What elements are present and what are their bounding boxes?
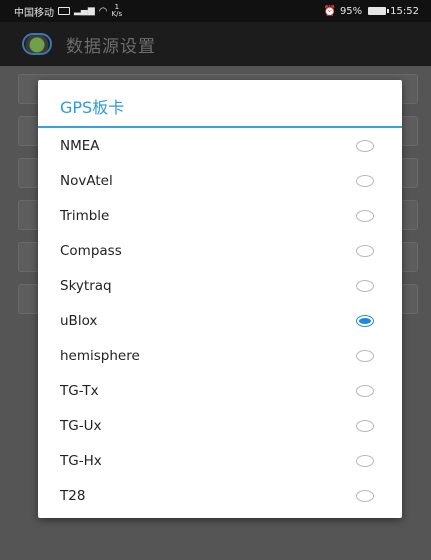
option-label: Compass	[60, 242, 122, 259]
radio-unchecked-icon[interactable]	[356, 419, 374, 432]
app-title: 数据源设置	[66, 36, 156, 57]
status-right: ⏰ 95% 15:52	[323, 6, 419, 17]
radio-unchecked-icon[interactable]	[356, 489, 374, 502]
radio-unchecked-icon[interactable]	[356, 384, 374, 397]
status-bar: 中国移动 ▂▄▆ ◠ 1 K/s ⏰ 95% 15:52	[0, 0, 431, 22]
option-label: TG-Hx	[60, 452, 102, 469]
radio-unchecked-icon[interactable]	[356, 244, 374, 257]
option-row[interactable]: TG-Tx	[38, 373, 402, 408]
radio-unchecked-icon[interactable]	[356, 174, 374, 187]
hd-icon	[58, 7, 70, 15]
option-label: uBlox	[60, 312, 98, 329]
dialog-title: GPS板卡	[38, 80, 402, 128]
option-label: TG-Tx	[60, 382, 99, 399]
option-label: Skytraq	[60, 277, 112, 294]
option-row[interactable]: uBlox	[38, 303, 402, 338]
option-label: hemisphere	[60, 347, 140, 364]
radio-unchecked-icon[interactable]	[356, 454, 374, 467]
option-row[interactable]: Trimble	[38, 198, 402, 233]
radio-unchecked-icon[interactable]	[356, 139, 374, 152]
wifi-icon: ◠	[98, 5, 108, 17]
status-left: 中国移动 ▂▄▆ ◠ 1 K/s	[14, 4, 122, 19]
option-label: TG-Ux	[60, 417, 102, 434]
app-bar: 数据源设置	[0, 22, 431, 66]
option-row[interactable]: TG-Ux	[38, 408, 402, 443]
option-row[interactable]: T28	[38, 478, 402, 513]
radio-unchecked-icon[interactable]	[356, 209, 374, 222]
radio-checked-icon[interactable]	[356, 314, 374, 327]
signal-icon: ▂▄▆	[74, 6, 95, 16]
option-row[interactable]: hemisphere	[38, 338, 402, 373]
option-row[interactable]: Skytraq	[38, 268, 402, 303]
option-list: NMEA NovAtel Trimble Compass Skytraq uBlox hem…	[38, 128, 402, 513]
radio-unchecked-icon[interactable]	[356, 349, 374, 362]
battery-percent: 95%	[339, 5, 363, 17]
gps-board-dialog: GPS板卡 NMEA NovAtel Trimble Compass Skytraq uB…	[38, 80, 402, 518]
clock: 15:52	[390, 5, 419, 17]
alarm-icon: ⏰	[323, 5, 336, 17]
app-logo-icon	[22, 33, 52, 55]
option-row[interactable]: Compass	[38, 233, 402, 268]
network-speed: 1 K/s	[111, 3, 123, 18]
battery-icon	[368, 7, 390, 15]
option-row[interactable]: NMEA	[38, 128, 402, 163]
option-row[interactable]: TG-Hx	[38, 443, 402, 478]
option-label: NovAtel	[60, 172, 113, 189]
option-label: NMEA	[60, 137, 100, 154]
option-row[interactable]: NovAtel	[38, 163, 402, 198]
radio-unchecked-icon[interactable]	[356, 279, 374, 292]
option-label: T28	[60, 487, 86, 504]
carrier-label: 中国移动	[14, 7, 54, 19]
option-label: Trimble	[60, 207, 110, 224]
